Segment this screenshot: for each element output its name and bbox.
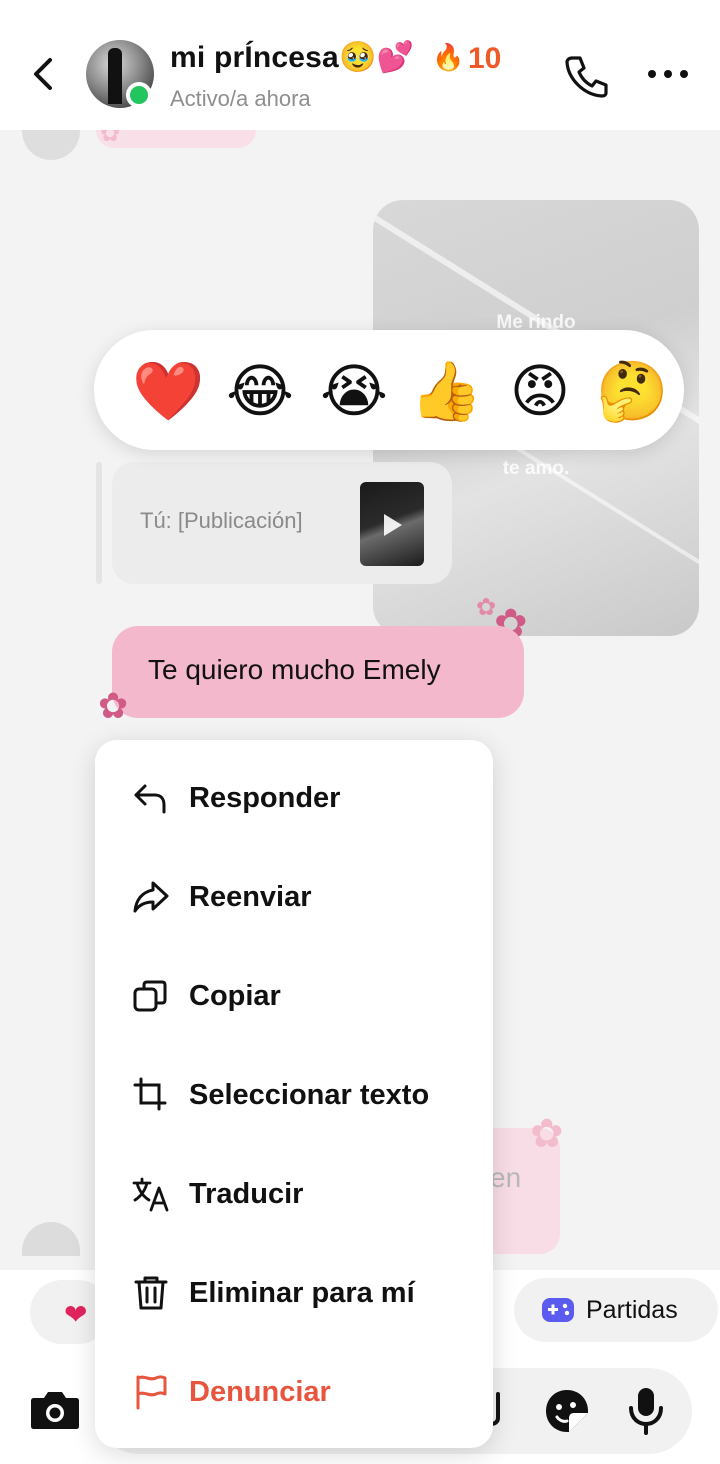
- reply-quote-label: Tú: [Publicación]: [140, 508, 303, 533]
- microphone-icon[interactable]: [626, 1386, 666, 1436]
- menu-item-select-text[interactable]: Seleccionar texto: [95, 1049, 493, 1141]
- menu-item-report[interactable]: Denunciar: [95, 1346, 493, 1438]
- reaction-laugh[interactable]: 😂: [224, 356, 296, 428]
- menu-item-label: Reenviar: [189, 881, 312, 913]
- select-text-icon: [133, 1077, 167, 1111]
- back-arrow-icon[interactable]: [26, 54, 60, 94]
- play-icon: [384, 514, 402, 536]
- faded-message-text: en: [490, 1162, 522, 1193]
- translate-icon: [132, 1177, 169, 1212]
- menu-item-delete-for-me[interactable]: Eliminar para mí: [95, 1247, 493, 1339]
- forward-icon: [133, 881, 169, 913]
- reaction-thinking[interactable]: 🤔: [596, 356, 668, 428]
- flower-sticker: ✿: [98, 685, 129, 726]
- my-message-bubble[interactable]: Te quiero mucho Emely: [112, 626, 524, 718]
- contact-status: Activo/a ahora: [170, 86, 311, 111]
- menu-item-label: Traducir: [189, 1178, 304, 1210]
- reaction-heart[interactable]: ❤️: [132, 356, 204, 428]
- camera-icon[interactable]: [30, 1388, 80, 1430]
- flower-sticker: ✿: [530, 1112, 564, 1156]
- trash-icon: [134, 1276, 168, 1310]
- menu-item-label: Copiar: [189, 980, 281, 1012]
- menu-item-reply[interactable]: Responder: [95, 752, 493, 844]
- phone-call-icon[interactable]: [562, 52, 610, 100]
- contact-name[interactable]: mi prÍncesa🥹💕: [170, 40, 414, 75]
- reply-quote-bar: [96, 462, 102, 584]
- reply-icon: [134, 784, 166, 814]
- sticker-icon[interactable]: [544, 1388, 590, 1434]
- games-label: Partidas: [586, 1296, 678, 1324]
- message-text: Te quiero mucho Emely: [148, 654, 441, 685]
- menu-item-label: Responder: [189, 782, 341, 814]
- menu-item-translate[interactable]: Traducir: [95, 1148, 493, 1240]
- reaction-cry[interactable]: 😭: [318, 356, 390, 428]
- streak-fire-icon: 🔥: [432, 42, 465, 72]
- menu-item-label: Denunciar: [189, 1376, 331, 1408]
- reaction-picker: ❤️ 😂 😭 👍 😡 🤔: [94, 330, 684, 450]
- copy-icon: [133, 980, 167, 1012]
- menu-item-copy[interactable]: Copiar: [95, 950, 493, 1042]
- menu-item-forward[interactable]: Reenviar: [95, 851, 493, 943]
- heart-icon: ❤: [64, 1299, 88, 1330]
- reaction-thumbs-up[interactable]: 👍: [410, 356, 482, 428]
- reaction-angry[interactable]: 😡: [504, 356, 576, 428]
- reply-quote[interactable]: Tú: [Publicación]: [112, 462, 452, 584]
- games-button[interactable]: Partidas: [514, 1278, 718, 1342]
- chat-header: mi prÍncesa🥹💕 🔥 10 Activo/a ahora: [0, 0, 720, 130]
- streak-count: 10: [468, 42, 502, 75]
- online-status-dot: [126, 82, 152, 108]
- flag-icon: [136, 1375, 167, 1410]
- gamepad-icon: [542, 1298, 574, 1322]
- menu-item-label: Eliminar para mí: [189, 1277, 415, 1309]
- more-options-icon[interactable]: [646, 66, 690, 82]
- message-context-menu: Responder Reenviar Copiar Seleccionar te…: [95, 740, 493, 1448]
- post-thumbnail: [360, 482, 424, 566]
- menu-item-label: Seleccionar texto: [189, 1079, 430, 1111]
